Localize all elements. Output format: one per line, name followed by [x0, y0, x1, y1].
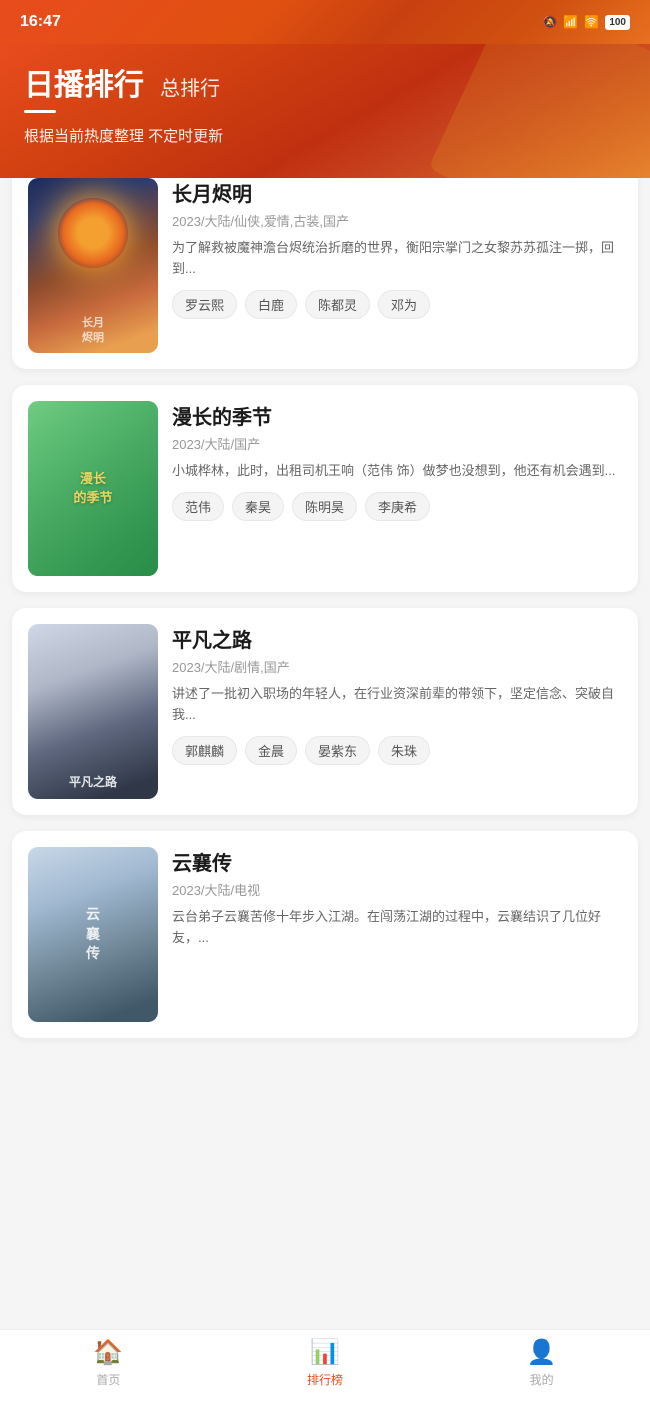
show-title-3: 平凡之路 [172, 624, 622, 653]
show-card-4[interactable]: 云襄传 云襄传 2023/大陆/电视 云台弟子云襄苦修十年步入江湖。在闯荡江湖的… [12, 831, 638, 1038]
show-card-1[interactable]: 长月烬明 长月烬明 2023/大陆/仙侠,爱情,古装,国产 为了解救被魔神澹台烬… [12, 162, 638, 369]
tag-dengwei[interactable]: 邓为 [378, 290, 430, 319]
mine-icon: 👤 [527, 1338, 557, 1367]
status-time: 16:47 [20, 13, 61, 31]
tag-zhuzhu[interactable]: 朱珠 [378, 736, 430, 765]
header-desc: 根据当前热度整理 不定时更新 [24, 125, 626, 146]
show-desc-2: 小城桦林，此时，出租司机王响（范伟 饰）做梦也没想到，他还有机会遇到... [172, 461, 622, 482]
poster-1-label: 长月烬明 [82, 316, 104, 345]
show-tags-3: 郭麒麟 金晨 晏紫东 朱珠 [172, 736, 622, 765]
card-info-1: 长月烬明 2023/大陆/仙侠,爱情,古装,国产 为了解救被魔神澹台烬统治折磨的… [172, 178, 622, 353]
status-icons: 🔕 📶 🛜 100 [542, 15, 630, 30]
show-desc-1: 为了解救被魔神澹台烬统治折磨的世界，衡阳宗掌门之女黎苏苏孤注一掷，回到... [172, 238, 622, 280]
tag-chenminghao[interactable]: 陈明昊 [292, 492, 357, 521]
tag-qinhao[interactable]: 秦昊 [232, 492, 284, 521]
card-info-4: 云襄传 2023/大陆/电视 云台弟子云襄苦修十年步入江湖。在闯荡江湖的过程中，… [172, 847, 622, 1022]
home-icon: 🏠 [93, 1338, 123, 1367]
poster-4-label: 云襄传 [86, 905, 100, 964]
poster-1: 长月烬明 [28, 178, 158, 353]
poster-3: 平凡之路 [28, 624, 158, 799]
header-main-title: 日播排行 [24, 60, 144, 104]
nav-label-home: 首页 [96, 1371, 120, 1388]
tag-ligengxi[interactable]: 李庚希 [365, 492, 430, 521]
nav-label-ranking: 排行榜 [307, 1371, 343, 1388]
tag-chenduling[interactable]: 陈都灵 [305, 290, 370, 319]
tag-fanwei[interactable]: 范伟 [172, 492, 224, 521]
show-meta-3: 2023/大陆/剧情,国产 [172, 657, 622, 676]
show-tags-2: 范伟 秦昊 陈明昊 李庚希 [172, 492, 622, 521]
poster-3-label: 平凡之路 [69, 775, 117, 791]
status-bar: 16:47 🔕 📶 🛜 100 [0, 0, 650, 44]
header-underline [24, 110, 56, 113]
show-desc-4: 云台弟子云襄苦修十年步入江湖。在闯荡江湖的过程中，云襄结识了几位好友，... [172, 907, 622, 949]
show-tags-1: 罗云熙 白鹿 陈都灵 邓为 [172, 290, 622, 319]
battery-indicator: 100 [605, 15, 630, 30]
tag-yanzidong[interactable]: 晏紫东 [305, 736, 370, 765]
nav-label-mine: 我的 [530, 1371, 554, 1388]
show-title-1: 长月烬明 [172, 178, 622, 207]
show-card-3[interactable]: 平凡之路 平凡之路 2023/大陆/剧情,国产 讲述了一批初入职场的年轻人，在行… [12, 608, 638, 815]
poster-4: 云襄传 [28, 847, 158, 1022]
card-info-2: 漫长的季节 2023/大陆/国产 小城桦林，此时，出租司机王响（范伟 饰）做梦也… [172, 401, 622, 576]
nav-item-ranking[interactable]: 📊 排行榜 [217, 1338, 434, 1388]
show-title-4: 云襄传 [172, 847, 622, 876]
tag-luoyunxi[interactable]: 罗云熙 [172, 290, 237, 319]
mute-icon: 🔕 [542, 15, 557, 29]
ranking-icon: 📊 [310, 1338, 340, 1367]
show-title-2: 漫长的季节 [172, 401, 622, 430]
tag-guoqilin[interactable]: 郭麒麟 [172, 736, 237, 765]
header-title-row: 日播排行 总排行 [24, 60, 626, 104]
header: 日播排行 总排行 根据当前热度整理 不定时更新 [0, 44, 650, 178]
poster-2-label: 漫长的季节 [73, 470, 112, 506]
nav-item-home[interactable]: 🏠 首页 [0, 1338, 217, 1388]
card-info-3: 平凡之路 2023/大陆/剧情,国产 讲述了一批初入职场的年轻人，在行业资深前辈… [172, 624, 622, 799]
tag-jinchen[interactable]: 金晨 [245, 736, 297, 765]
show-meta-4: 2023/大陆/电视 [172, 880, 622, 899]
show-meta-2: 2023/大陆/国产 [172, 434, 622, 453]
tag-bailu[interactable]: 白鹿 [245, 290, 297, 319]
header-sub-title: 总排行 [160, 72, 220, 101]
nav-item-mine[interactable]: 👤 我的 [433, 1338, 650, 1388]
show-desc-3: 讲述了一批初入职场的年轻人，在行业资深前辈的带领下，坚定信念、突破自我... [172, 684, 622, 726]
show-meta-1: 2023/大陆/仙侠,爱情,古装,国产 [172, 211, 622, 230]
signal-icon: 📶 [563, 15, 578, 29]
wifi-icon: 🛜 [584, 15, 599, 29]
content-list: 长月烬明 长月烬明 2023/大陆/仙侠,爱情,古装,国产 为了解救被魔神澹台烬… [0, 162, 650, 1134]
show-card-2[interactable]: 漫长的季节 漫长的季节 2023/大陆/国产 小城桦林，此时，出租司机王响（范伟… [12, 385, 638, 592]
bottom-nav: 🏠 首页 📊 排行榜 👤 我的 [0, 1329, 650, 1408]
poster-2: 漫长的季节 [28, 401, 158, 576]
